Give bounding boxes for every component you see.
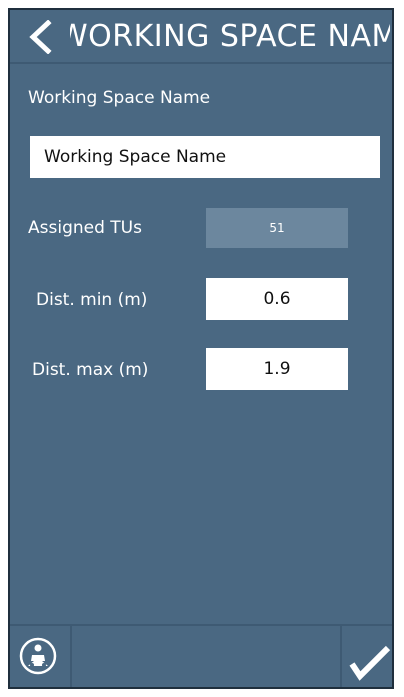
dist-max-input[interactable]: [206, 348, 348, 390]
assigned-tus-label: Assigned TUs: [28, 218, 142, 238]
footer-bar: [10, 624, 392, 687]
page-title-text: WORKING SPACE NAME: [70, 19, 390, 54]
page-title: WORKING SPACE NAME: [70, 16, 390, 58]
confirm-button[interactable]: [340, 626, 392, 687]
working-space-name-label: Working Space Name: [28, 88, 211, 108]
dist-min-input[interactable]: [206, 278, 348, 320]
header-bar: WORKING SPACE NAME: [10, 10, 392, 64]
app-screen: WORKING SPACE NAME Working Space Name As…: [8, 8, 394, 689]
assigned-tus-value: 51: [206, 208, 348, 248]
dist-max-label: Dist. max (m): [32, 360, 149, 380]
working-space-name-input[interactable]: [30, 136, 380, 178]
robot-person-icon: [19, 637, 57, 675]
checkmark-icon: [349, 645, 391, 681]
back-button[interactable]: [24, 20, 58, 54]
chevron-left-icon: [29, 20, 52, 54]
robot-person-button[interactable]: [10, 626, 72, 687]
dist-min-label: Dist. min (m): [36, 290, 148, 310]
